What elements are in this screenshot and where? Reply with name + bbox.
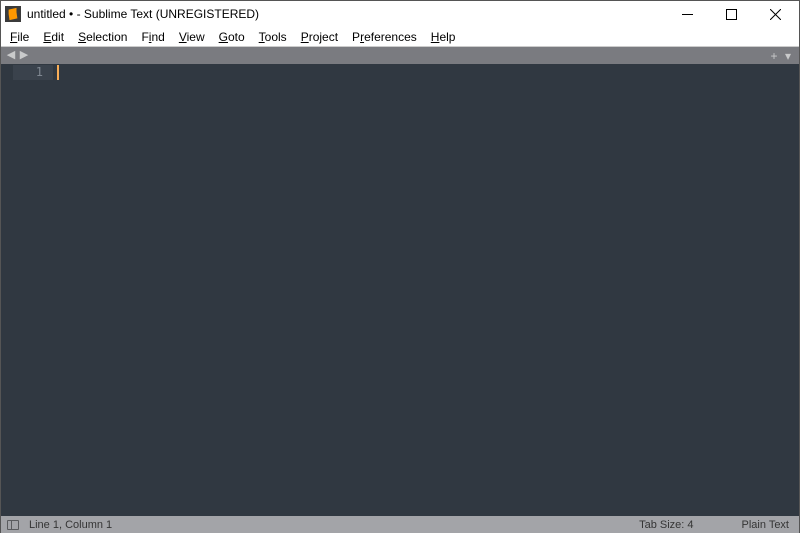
text-cursor [57, 65, 59, 80]
titlebar: untitled • - Sublime Text (UNREGISTERED) [1, 1, 799, 27]
statusbar: Line 1, Column 1 Tab Size: 4 Plain Text [1, 516, 799, 533]
gutter: 1 [1, 64, 53, 516]
editor-area[interactable]: 1 [1, 64, 799, 516]
menubar: File Edit Selection Find View Goto Tools… [1, 27, 799, 47]
menu-help[interactable]: Help [424, 29, 463, 45]
menu-find[interactable]: Find [134, 29, 171, 45]
line-number: 1 [13, 65, 53, 80]
tabbar: ◀ ▶ + ▾ [1, 47, 799, 64]
panel-switcher-icon[interactable] [7, 520, 19, 530]
menu-view[interactable]: View [172, 29, 212, 45]
menu-edit[interactable]: Edit [36, 29, 71, 45]
window-controls [665, 2, 797, 26]
menu-selection[interactable]: Selection [71, 29, 134, 45]
new-tab-button[interactable]: + [767, 49, 781, 63]
menu-preferences[interactable]: Preferences [345, 29, 424, 45]
maximize-button[interactable] [709, 2, 753, 26]
minimize-button[interactable] [665, 2, 709, 26]
app-icon [5, 6, 21, 22]
menu-tools[interactable]: Tools [252, 29, 294, 45]
status-position[interactable]: Line 1, Column 1 [29, 519, 112, 531]
menu-file[interactable]: File [3, 29, 36, 45]
close-button[interactable] [753, 2, 797, 26]
menu-goto[interactable]: Goto [212, 29, 252, 45]
status-syntax[interactable]: Plain Text [742, 519, 790, 531]
window-title: untitled • - Sublime Text (UNREGISTERED) [27, 7, 665, 21]
menu-project[interactable]: Project [294, 29, 345, 45]
code-area[interactable] [53, 64, 799, 516]
tab-nav-back-icon[interactable]: ◀ [5, 50, 17, 61]
tab-nav-forward-icon[interactable]: ▶ [18, 50, 30, 61]
status-tab-size[interactable]: Tab Size: 4 [639, 519, 693, 531]
tab-dropdown-icon[interactable]: ▾ [781, 49, 795, 63]
